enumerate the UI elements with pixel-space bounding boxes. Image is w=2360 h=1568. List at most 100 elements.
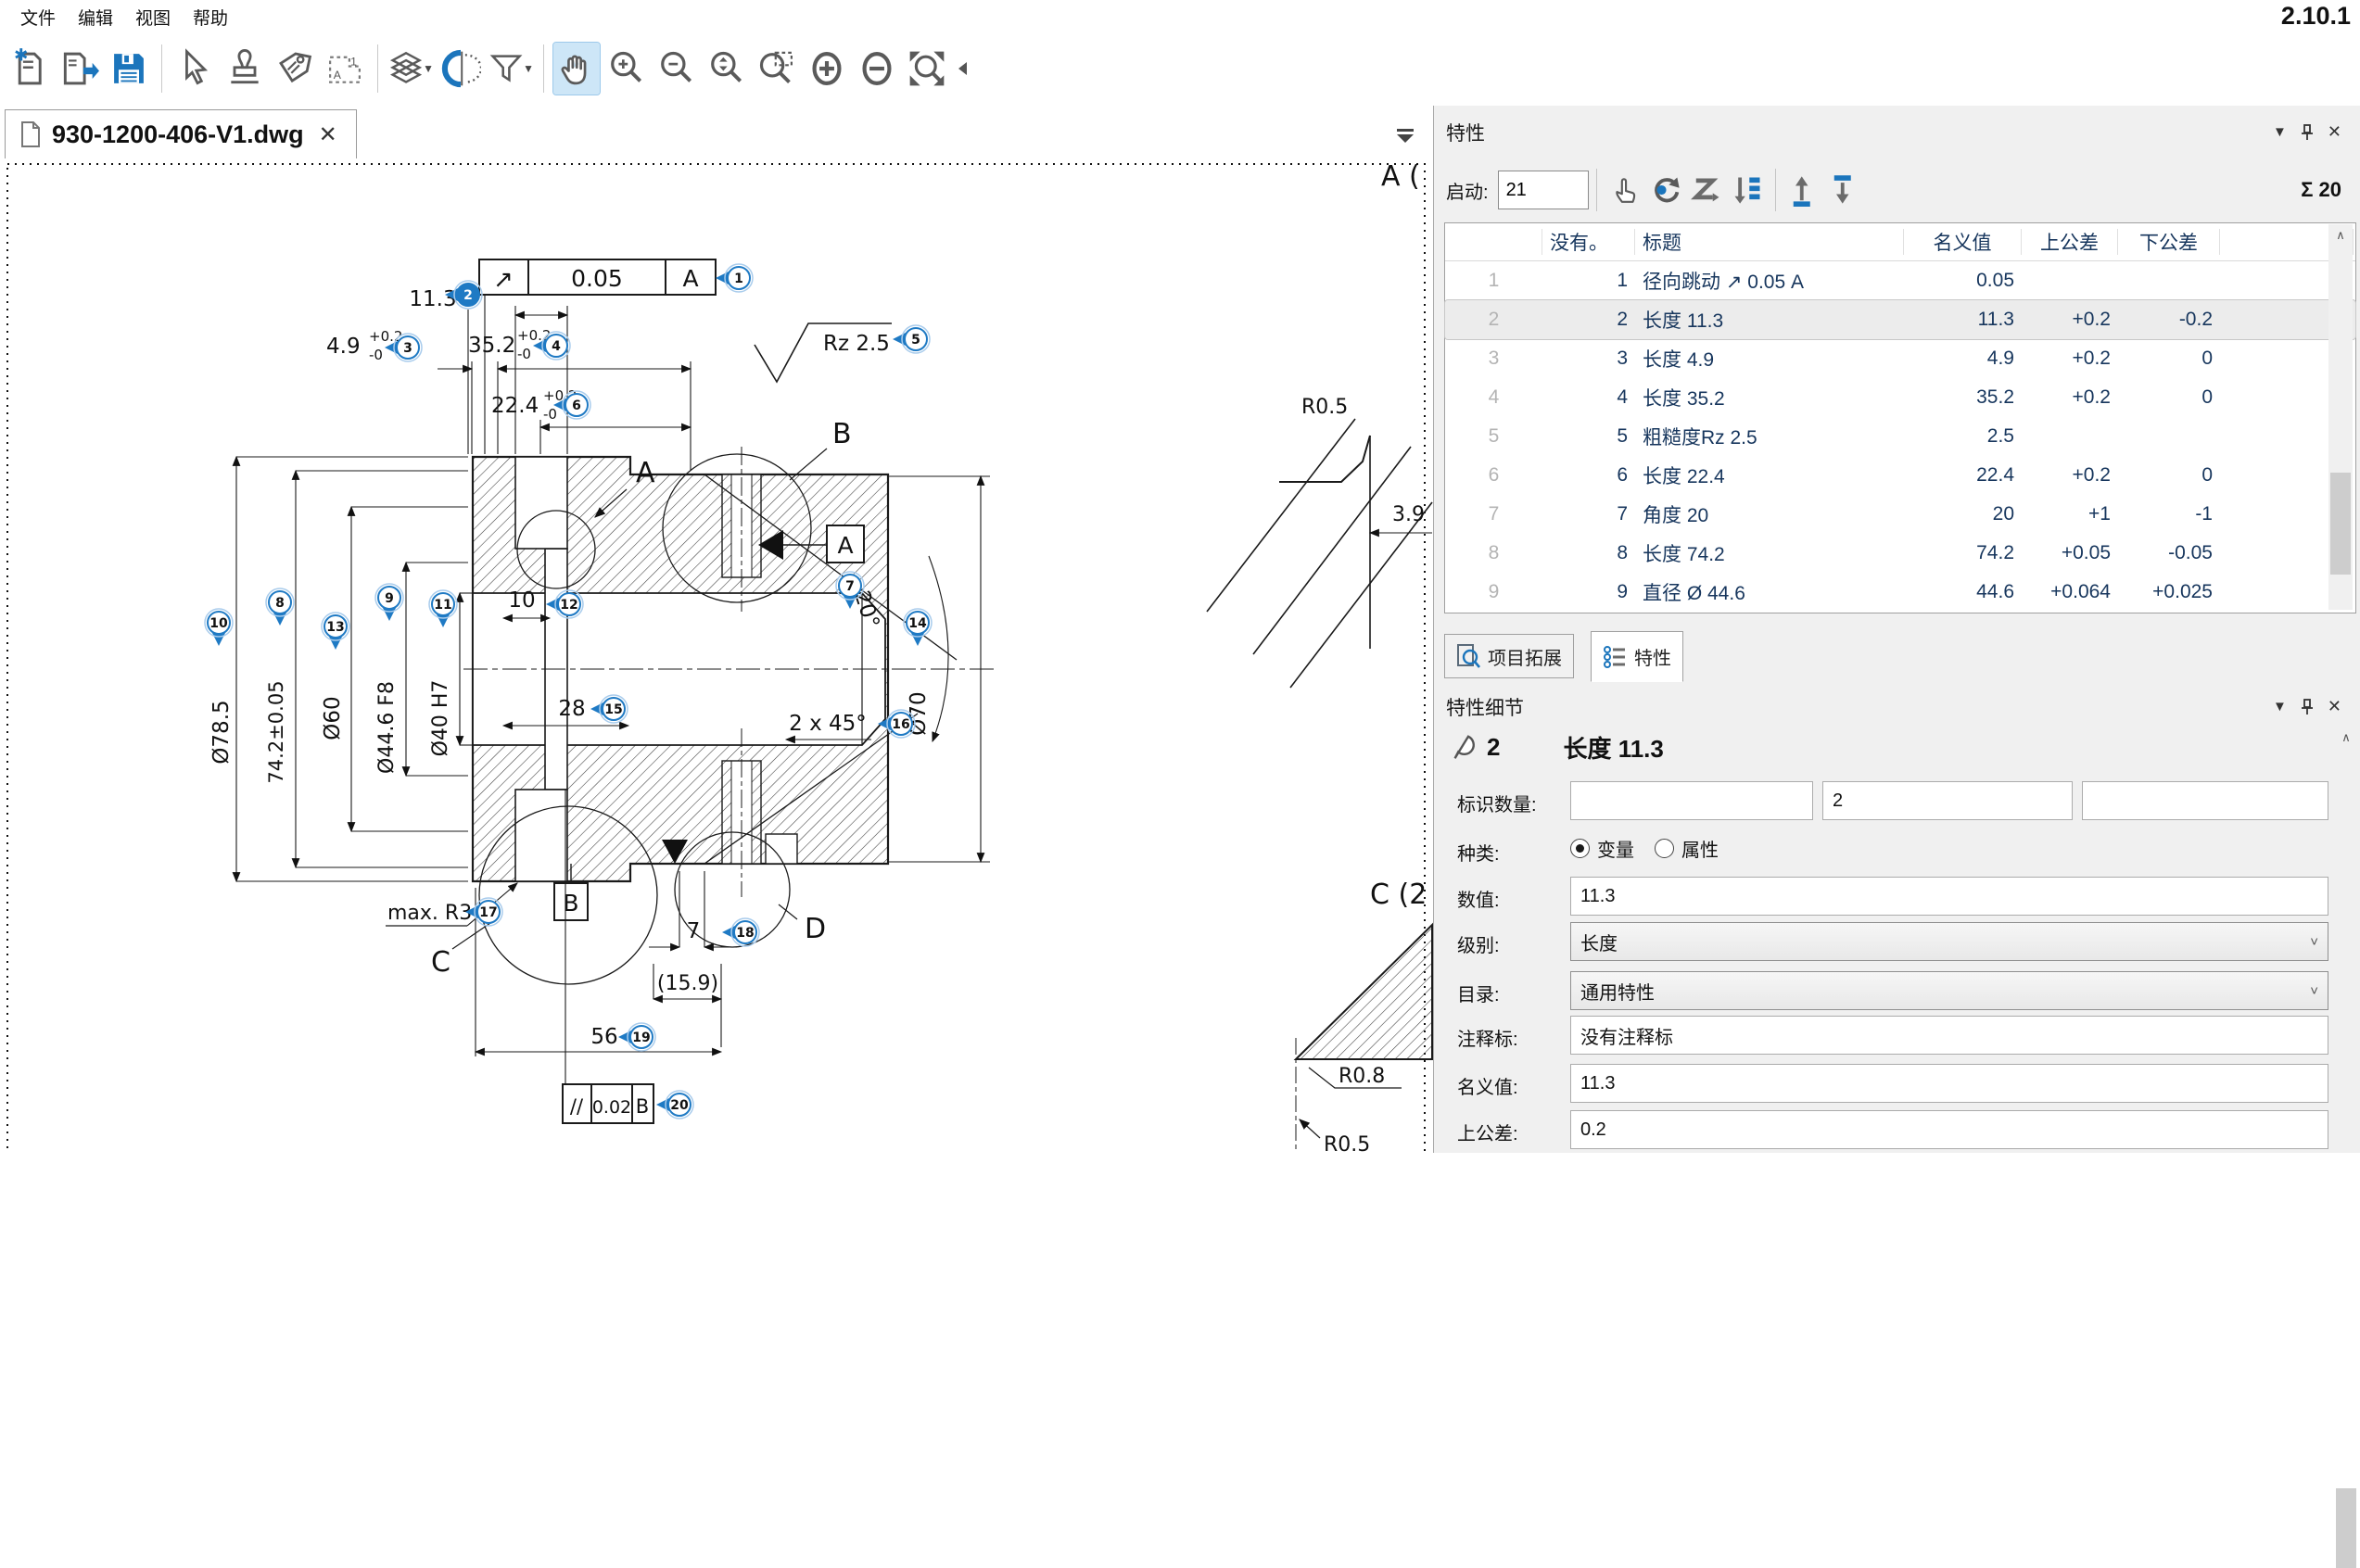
balloon-9[interactable]: 9 — [375, 584, 403, 621]
label-upper: 上公差: — [1457, 1119, 1518, 1145]
svg-text:4: 4 — [552, 339, 561, 354]
pin-icon[interactable] — [2300, 123, 2315, 142]
menu-edit[interactable]: 编辑 — [67, 1, 124, 33]
filter-icon — [488, 48, 525, 89]
zoom-dynamic-button[interactable] — [704, 43, 750, 95]
table-row[interactable]: 88长度 74.274.2+0.05-0.05 — [1445, 534, 2355, 573]
tab-project-extension[interactable]: 项目拓展 — [1444, 634, 1574, 678]
plus-circle-icon — [806, 48, 847, 89]
balloon-5[interactable]: 5 — [893, 325, 930, 353]
svg-text:max. R3: max. R3 — [387, 902, 472, 925]
cursor-icon — [174, 48, 215, 89]
balloon-10[interactable]: 10 — [205, 609, 233, 646]
move-top-button[interactable] — [1783, 170, 1824, 210]
zoom-fit-icon — [907, 48, 947, 89]
table-row[interactable]: 99直径 Ø 44.644.6+0.064+0.025 — [1445, 573, 2355, 612]
catalog-dropdown[interactable]: 通用特性˅ — [1570, 971, 2328, 1010]
canvas-collapse-button[interactable] — [1390, 122, 1420, 150]
pick-button[interactable] — [1605, 170, 1645, 210]
open-document-button[interactable] — [56, 43, 102, 95]
svg-text:1: 1 — [734, 272, 743, 286]
start-input[interactable] — [1498, 171, 1589, 209]
menu-help[interactable]: 帮助 — [182, 1, 239, 33]
z-order-button[interactable] — [1686, 170, 1727, 210]
balloon-20[interactable]: 20 — [656, 1091, 693, 1119]
balloon-19[interactable]: 19 — [618, 1023, 655, 1051]
balloon-11[interactable]: 11 — [429, 590, 457, 627]
zoom-dynamic-icon — [706, 48, 747, 89]
renumber-button[interactable] — [1645, 170, 1686, 210]
zoom-out-button[interactable] — [653, 43, 700, 95]
zoom-in-button[interactable] — [603, 43, 650, 95]
table-row[interactable]: 77角度 2020+1-1 — [1445, 495, 2355, 534]
pan-button[interactable] — [553, 43, 600, 95]
balloon-14[interactable]: 14 — [904, 609, 932, 646]
table-row[interactable]: 33长度 4.94.9+0.20 — [1445, 339, 2355, 378]
table-scrollbar[interactable]: ∧ ∨ — [2328, 224, 2353, 610]
drawing-canvas[interactable]: ↗ 0.05 A 11.3 4.9 +0.2 -0 35.2 +0.2 -0 2… — [0, 158, 1433, 1153]
table-row[interactable]: 66长度 22.422.4+0.20 — [1445, 456, 2355, 495]
note-input[interactable] — [1570, 1016, 2328, 1055]
increase-button[interactable] — [804, 43, 850, 95]
menu-file[interactable]: 文件 — [9, 1, 67, 33]
radio-variable[interactable] — [1570, 839, 1590, 858]
start-label: 启动: — [1446, 177, 1489, 204]
document-tab[interactable]: 930-1200-406-V1.dwg ✕ — [5, 109, 357, 158]
id-qty-input-1[interactable] — [1570, 781, 1813, 820]
layers-button[interactable]: ▼ — [387, 43, 434, 95]
label-level: 级别: — [1457, 930, 1500, 957]
tab-characteristics[interactable]: 特性 — [1591, 631, 1683, 682]
value-input[interactable] — [1570, 877, 2328, 916]
balloon-8[interactable]: 8 — [266, 588, 294, 626]
select-cursor-button[interactable] — [171, 43, 218, 95]
tab-close-icon[interactable]: ✕ — [315, 121, 341, 148]
table-row[interactable]: 44长度 35.235.2+0.20 — [1445, 378, 2355, 417]
collapse-toolbar-button[interactable] — [954, 43, 972, 95]
new-document-button[interactable]: ✱ — [6, 43, 52, 95]
stamp-button[interactable] — [222, 43, 268, 95]
nominal-input[interactable] — [1570, 1064, 2328, 1103]
svg-text:Ø44.6 F8: Ø44.6 F8 — [375, 681, 399, 774]
menu-view[interactable]: 视图 — [124, 1, 182, 33]
version-label: 2.10.1 — [2281, 2, 2351, 31]
panel-menu-icon[interactable]: ▼ — [2273, 124, 2287, 140]
scroll-up-icon[interactable]: ∧ — [2334, 727, 2358, 749]
tag-button[interactable] — [272, 43, 318, 95]
svg-text:35.2: 35.2 — [468, 334, 515, 358]
id-qty-input-3[interactable] — [2082, 781, 2328, 820]
radio-attribute[interactable] — [1655, 839, 1674, 858]
filter-button[interactable]: ▼ — [488, 43, 534, 95]
move-bottom-button[interactable] — [1824, 170, 1865, 210]
table-row[interactable]: 55粗糙度Rz 2.52.5 — [1445, 417, 2355, 456]
svg-text:12: 12 — [560, 598, 577, 613]
level-dropdown[interactable]: 长度˅ — [1570, 922, 2328, 961]
table-row[interactable]: 11径向跳动 ↗ 0.05 A0.05 — [1445, 261, 2355, 300]
balloon-18[interactable]: 18 — [722, 918, 759, 946]
properties-toolbar: 启动: — [1446, 165, 2354, 215]
svg-text:↗: ↗ — [493, 266, 514, 294]
panel-menu-icon[interactable]: ▼ — [2273, 699, 2287, 714]
zoom-window-button[interactable] — [754, 43, 800, 95]
svg-text:6: 6 — [572, 398, 581, 413]
decrease-button[interactable] — [854, 43, 900, 95]
save-button[interactable] — [106, 43, 152, 95]
arrow-down-bar-icon — [1828, 173, 1861, 207]
scroll-up-icon[interactable]: ∧ — [2328, 224, 2353, 247]
pin-icon[interactable] — [2300, 698, 2315, 716]
balloon-1[interactable]: 1 — [716, 264, 753, 292]
upper-tolerance-input[interactable] — [1570, 1110, 2328, 1149]
svg-text:2 x 45°: 2 x 45° — [789, 712, 867, 736]
svg-text:17: 17 — [479, 905, 497, 920]
panel-close-icon[interactable]: ✕ — [2328, 122, 2341, 142]
svg-text:18: 18 — [736, 926, 754, 941]
id-qty-input-2[interactable] — [1822, 781, 2073, 820]
svg-text:Ø60: Ø60 — [321, 696, 345, 740]
zoom-fit-button[interactable] — [904, 43, 950, 95]
details-scrollbar[interactable]: ∧ — [2334, 727, 2358, 1153]
table-row[interactable]: 22长度 11.311.3+0.2-0.2 — [1445, 300, 2355, 339]
balloon-13[interactable]: 13 — [322, 613, 349, 650]
reorder-list-button[interactable] — [1727, 170, 1768, 210]
partial-view-button[interactable]: 1 A — [322, 43, 368, 95]
panel-close-icon[interactable]: ✕ — [2328, 697, 2341, 716]
mirror-button[interactable] — [438, 43, 484, 95]
